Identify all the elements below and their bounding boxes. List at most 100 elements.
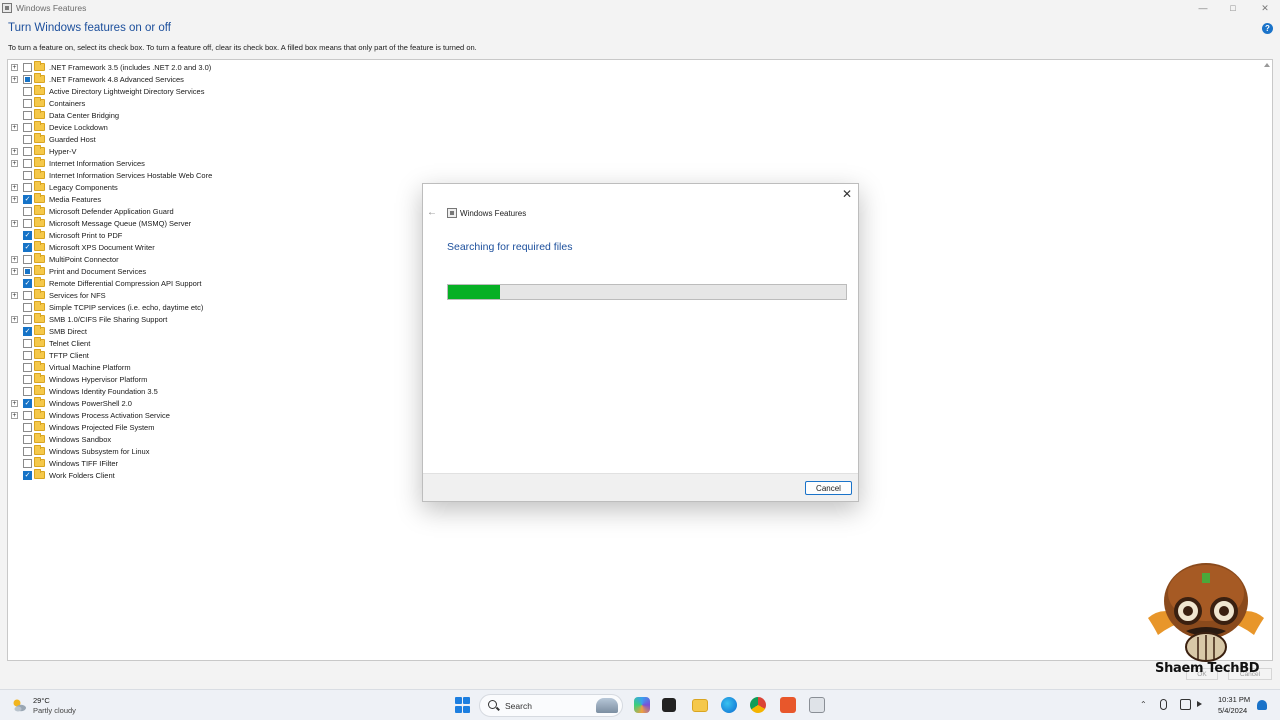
feature-row[interactable]: Guarded Host xyxy=(11,133,96,145)
feature-row[interactable]: ✓ Remote Differential Compression API Sup… xyxy=(11,277,201,289)
file-explorer-icon[interactable] xyxy=(692,699,708,712)
expand-icon[interactable]: + xyxy=(11,159,18,167)
feature-checkbox[interactable] xyxy=(23,386,32,396)
notification-bell-icon[interactable] xyxy=(1257,700,1267,710)
expand-icon[interactable]: + xyxy=(11,123,18,131)
feature-checkbox[interactable]: ✓ xyxy=(23,278,32,288)
feature-checkbox[interactable] xyxy=(23,218,32,228)
feature-row[interactable]: + Device Lockdown xyxy=(11,121,108,133)
volume-icon[interactable] xyxy=(1197,701,1202,707)
feature-checkbox[interactable] xyxy=(23,338,32,348)
feature-row[interactable]: Windows Hypervisor Platform xyxy=(11,373,147,385)
feature-checkbox[interactable] xyxy=(23,410,32,420)
feature-checkbox[interactable] xyxy=(23,362,32,372)
expand-icon[interactable]: + xyxy=(11,411,18,419)
feature-checkbox[interactable] xyxy=(23,110,32,120)
feature-row[interactable]: Windows Identity Foundation 3.5 xyxy=(11,385,158,397)
feature-checkbox[interactable]: ✓ xyxy=(23,230,32,240)
feature-row[interactable]: + Internet Information Services xyxy=(11,157,145,169)
expand-icon[interactable]: + xyxy=(11,267,18,275)
feature-checkbox[interactable] xyxy=(23,422,32,432)
expand-icon[interactable]: + xyxy=(11,255,18,263)
feature-checkbox[interactable] xyxy=(23,134,32,144)
feature-checkbox[interactable]: ✓ xyxy=(23,194,32,204)
feature-row[interactable]: + Legacy Components xyxy=(11,181,118,193)
feature-checkbox[interactable] xyxy=(23,86,32,96)
close-window-button[interactable]: ✕ xyxy=(1250,0,1280,16)
paint-app-icon[interactable] xyxy=(780,697,796,713)
expand-icon[interactable]: + xyxy=(11,399,18,407)
feature-row[interactable]: ✓ Microsoft XPS Document Writer xyxy=(11,241,155,253)
minimize-button[interactable]: — xyxy=(1188,0,1218,16)
clock-date[interactable]: 5/4/2024 xyxy=(1218,706,1247,715)
start-icon[interactable] xyxy=(455,697,471,713)
network-icon[interactable] xyxy=(1180,699,1191,710)
feature-checkbox[interactable] xyxy=(23,146,32,156)
expand-icon[interactable]: + xyxy=(11,75,18,83)
copilot-icon[interactable] xyxy=(634,697,650,713)
feature-row[interactable]: + ✓ Windows PowerShell 2.0 xyxy=(11,397,132,409)
feature-row[interactable]: Windows TIFF IFilter xyxy=(11,457,118,469)
feature-checkbox[interactable] xyxy=(23,446,32,456)
terminal-icon[interactable] xyxy=(662,698,676,712)
clock-time[interactable]: 10:31 PM xyxy=(1218,695,1250,704)
dialog-close-button[interactable]: ✕ xyxy=(840,187,854,201)
feature-checkbox[interactable] xyxy=(23,182,32,192)
feature-row[interactable]: + .NET Framework 3.5 (includes .NET 2.0 a… xyxy=(11,61,211,73)
maximize-button[interactable]: □ xyxy=(1218,0,1248,16)
feature-checkbox[interactable] xyxy=(23,254,32,264)
feature-row[interactable]: + Microsoft Message Queue (MSMQ) Server xyxy=(11,217,191,229)
feature-row[interactable]: + SMB 1.0/CIFS File Sharing Support xyxy=(11,313,167,325)
show-hidden-icons-chevron-icon[interactable]: ⌃ xyxy=(1140,700,1147,709)
chrome-icon[interactable] xyxy=(750,697,766,713)
feature-row[interactable]: Microsoft Defender Application Guard xyxy=(11,205,174,217)
feature-row[interactable]: + Print and Document Services xyxy=(11,265,146,277)
feature-checkbox[interactable] xyxy=(23,434,32,444)
feature-checkbox[interactable] xyxy=(23,74,32,84)
feature-row[interactable]: Windows Sandbox xyxy=(11,433,111,445)
feature-checkbox[interactable] xyxy=(23,350,32,360)
feature-row[interactable]: Data Center Bridging xyxy=(11,109,119,121)
feature-checkbox[interactable]: ✓ xyxy=(23,242,32,252)
feature-row[interactable]: Active Directory Lightweight Directory S… xyxy=(11,85,204,97)
feature-row[interactable]: + Services for NFS xyxy=(11,289,106,301)
weather-temperature[interactable]: 29°C xyxy=(33,696,50,705)
feature-row[interactable]: + Hyper-V xyxy=(11,145,77,157)
expand-icon[interactable]: + xyxy=(11,195,18,203)
help-icon[interactable]: ? xyxy=(1262,23,1273,34)
expand-icon[interactable]: + xyxy=(11,147,18,155)
expand-icon[interactable]: + xyxy=(11,315,18,323)
windows-features-taskbar-icon[interactable] xyxy=(809,697,825,713)
feature-checkbox[interactable] xyxy=(23,266,32,276)
feature-checkbox[interactable] xyxy=(23,374,32,384)
feature-checkbox[interactable] xyxy=(23,98,32,108)
feature-checkbox[interactable] xyxy=(23,302,32,312)
scroll-up-arrow-icon[interactable] xyxy=(1264,63,1270,67)
cancel-button[interactable]: Cancel xyxy=(805,481,852,495)
partly-cloudy-icon[interactable] xyxy=(11,697,27,713)
weather-description[interactable]: Partly cloudy xyxy=(33,706,76,715)
feature-row[interactable]: ✓ SMB Direct xyxy=(11,325,87,337)
feature-checkbox[interactable]: ✓ xyxy=(23,326,32,336)
feature-row[interactable]: + Windows Process Activation Service xyxy=(11,409,170,421)
microphone-icon[interactable] xyxy=(1160,699,1167,710)
expand-icon[interactable]: + xyxy=(11,63,18,71)
feature-row[interactable]: ✓ Microsoft Print to PDF xyxy=(11,229,122,241)
feature-row[interactable]: Windows Projected File System xyxy=(11,421,154,433)
feature-checkbox[interactable] xyxy=(23,206,32,216)
feature-checkbox[interactable]: ✓ xyxy=(23,398,32,408)
feature-checkbox[interactable] xyxy=(23,122,32,132)
feature-checkbox[interactable] xyxy=(23,314,32,324)
feature-row[interactable]: ✓ Work Folders Client xyxy=(11,469,115,481)
feature-row[interactable]: + ✓ Media Features xyxy=(11,193,101,205)
expand-icon[interactable]: + xyxy=(11,219,18,227)
feature-checkbox[interactable]: ✓ xyxy=(23,470,32,480)
feature-checkbox[interactable] xyxy=(23,62,32,72)
feature-row[interactable]: Windows Subsystem for Linux xyxy=(11,445,149,457)
feature-checkbox[interactable] xyxy=(23,170,32,180)
feature-row[interactable]: Internet Information Services Hostable W… xyxy=(11,169,212,181)
feature-row[interactable]: TFTP Client xyxy=(11,349,89,361)
feature-row[interactable]: Simple TCPIP services (i.e. echo, daytim… xyxy=(11,301,203,313)
feature-checkbox[interactable] xyxy=(23,158,32,168)
taskbar-search[interactable]: Search xyxy=(479,694,623,717)
